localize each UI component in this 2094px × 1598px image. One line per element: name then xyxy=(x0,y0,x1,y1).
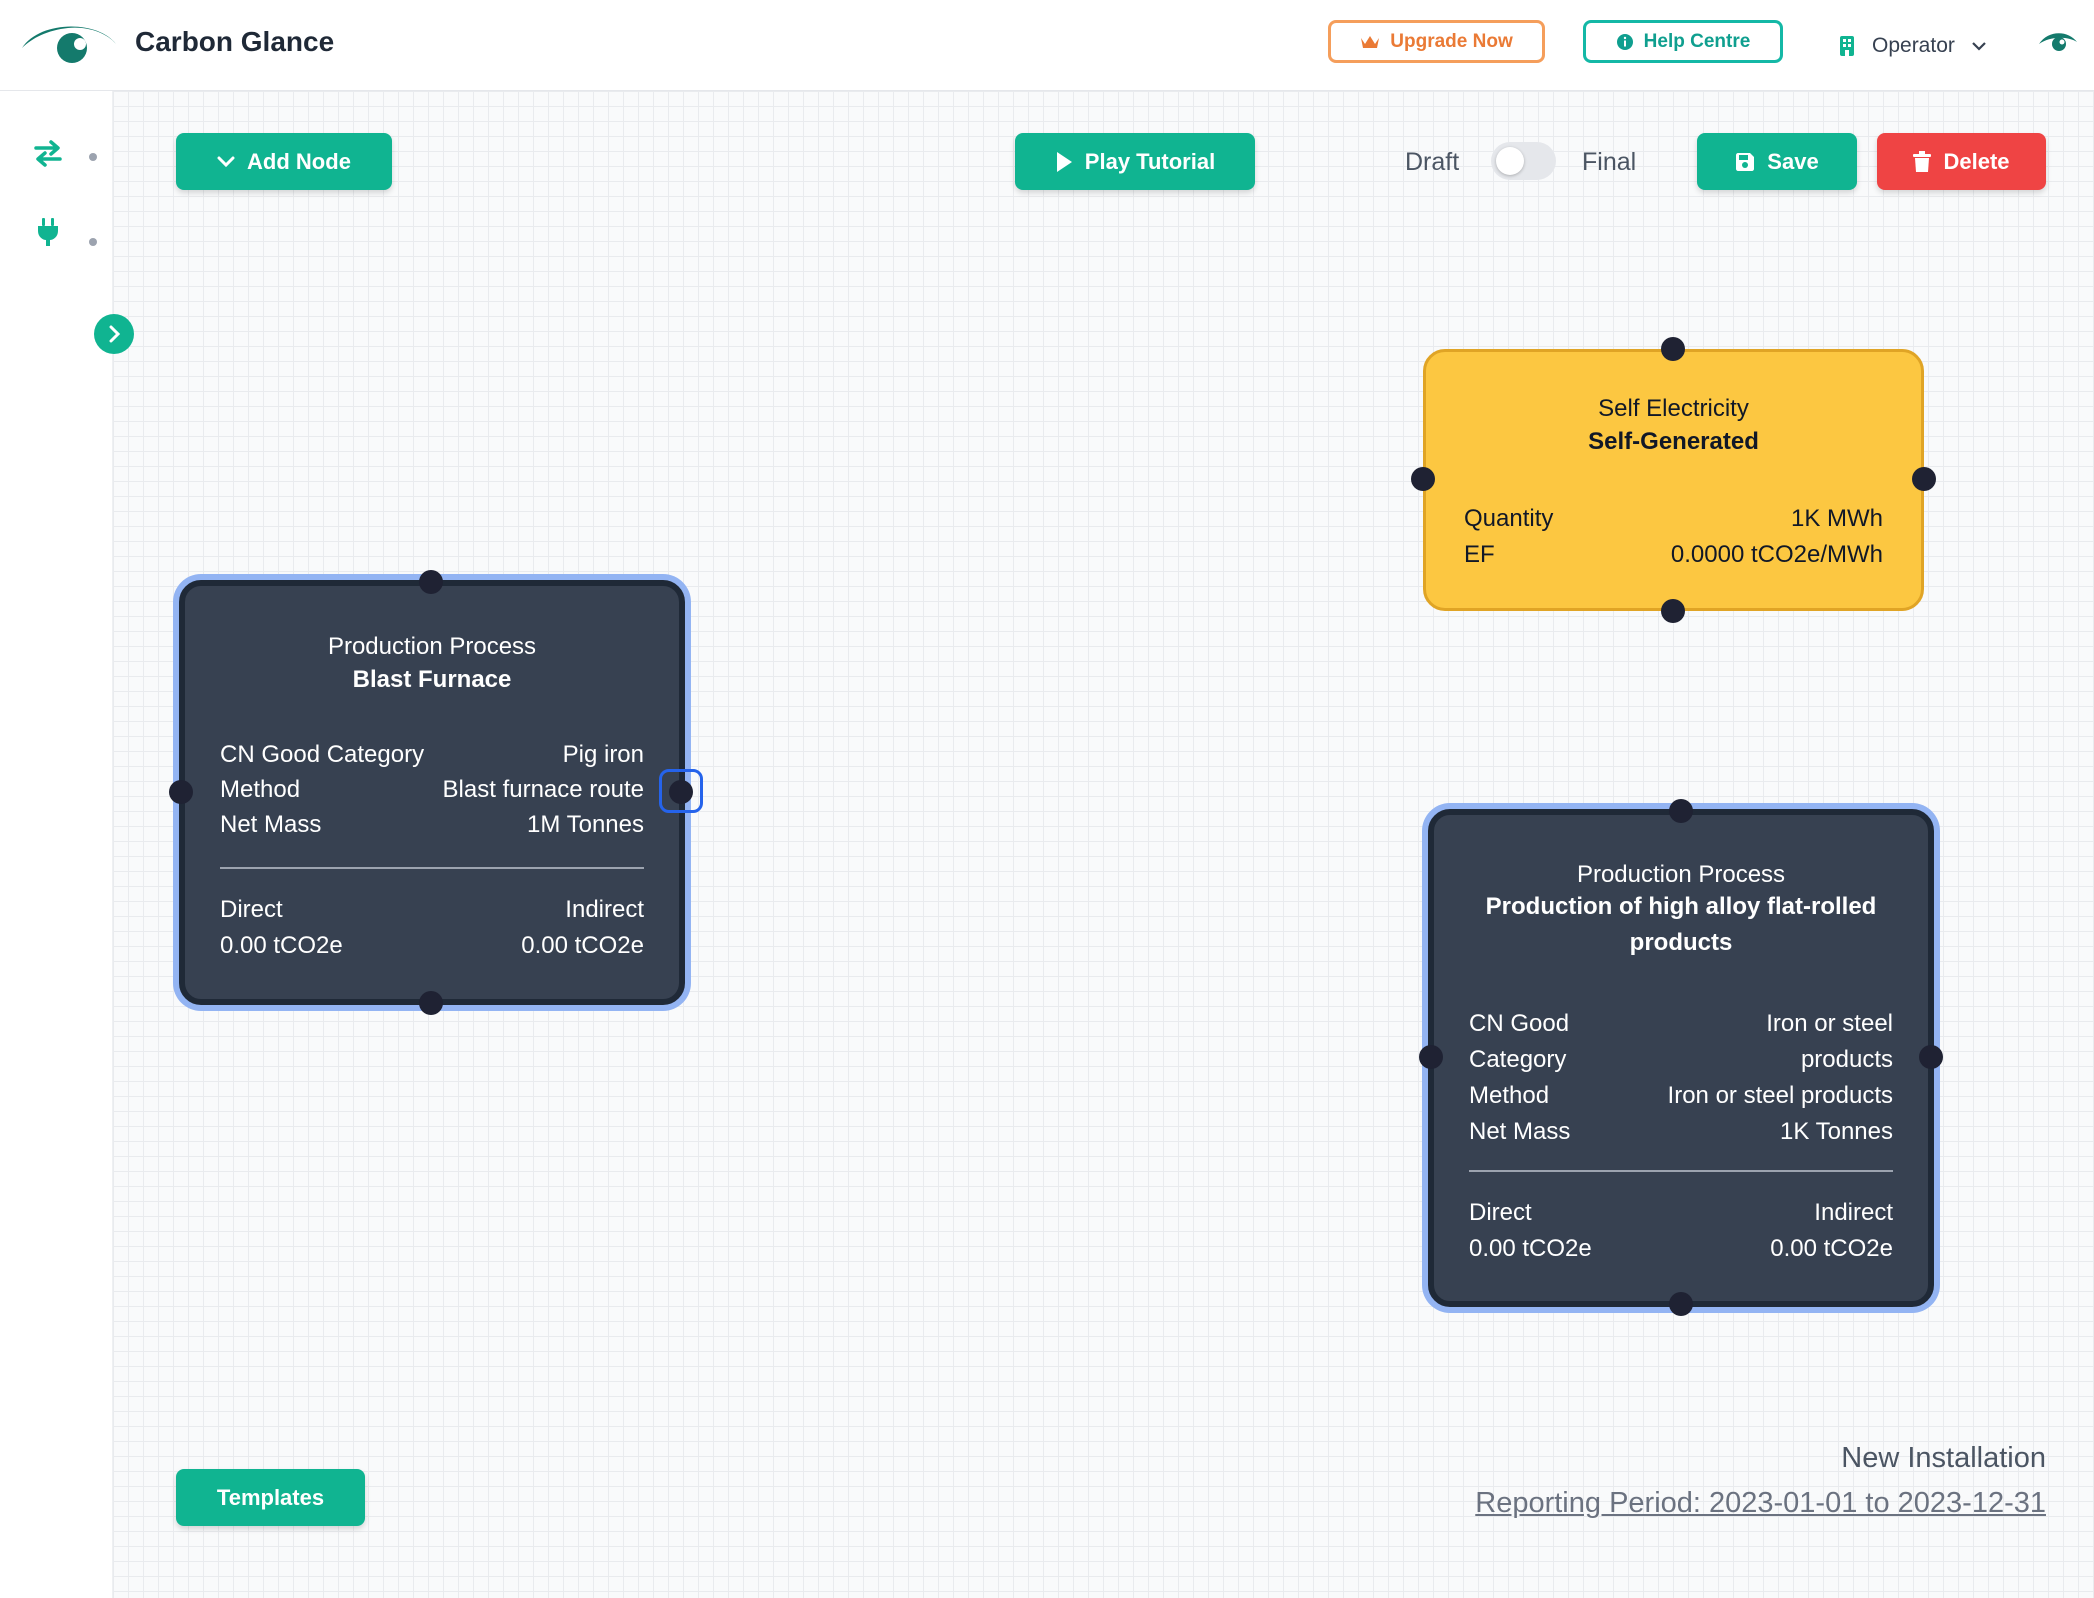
help-centre-button[interactable]: Help Centre xyxy=(1583,20,1783,63)
node-type: Production Process xyxy=(1576,861,1786,888)
connection-handle-bottom[interactable] xyxy=(419,991,443,1015)
chevron-down-icon xyxy=(217,156,235,167)
connection-handle-top[interactable] xyxy=(1661,337,1685,361)
help-centre-label: Help Centre xyxy=(1643,30,1751,52)
indirect-label: Indirect xyxy=(565,896,644,923)
row-value: Pig iron xyxy=(562,741,644,768)
play-tutorial-button[interactable]: Play Tutorial xyxy=(1015,133,1255,190)
row-label: CN Good Category xyxy=(1469,1010,1570,1073)
draft-final-toggle[interactable] xyxy=(1491,142,1556,180)
top-header: Carbon Glance Upgrade Now Help Centre Op… xyxy=(0,0,2094,91)
play-icon xyxy=(1056,151,1072,172)
sidebar-item-swap[interactable] xyxy=(28,133,68,173)
row-label: Method xyxy=(1469,1082,1550,1109)
add-node-label: Add Node xyxy=(247,148,351,174)
reporting-period-link[interactable]: Reporting Period: 2023-01-01 to 2023-12-… xyxy=(1475,1487,2046,1520)
row-value: 1K MWh xyxy=(1790,505,1883,532)
swap-arrows-icon xyxy=(34,140,62,167)
templates-label: Templates xyxy=(216,1484,325,1510)
connection-handle-top[interactable] xyxy=(1669,799,1693,823)
floppy-disk-icon xyxy=(1736,152,1755,171)
role-selector[interactable]: Operator xyxy=(1838,30,1987,62)
plug-icon xyxy=(38,218,58,246)
row-value: 1M Tonnes xyxy=(527,811,644,838)
delete-label: Delete xyxy=(1943,148,2010,174)
building-icon xyxy=(1840,36,1854,56)
save-button[interactable]: Save xyxy=(1697,133,1857,190)
divider xyxy=(220,867,644,869)
row-value: Iron or steel products xyxy=(1667,1082,1893,1109)
row-label: Method xyxy=(220,776,301,803)
handle-selection-ring xyxy=(659,769,703,813)
logo-eye-icon[interactable] xyxy=(20,18,118,68)
eye-icon[interactable] xyxy=(2038,30,2078,56)
add-node-button[interactable]: Add Node xyxy=(176,133,392,190)
divider xyxy=(1469,1170,1893,1172)
row-value: Iron or steel products xyxy=(1766,1010,1893,1073)
connection-handle-left[interactable] xyxy=(1419,1045,1443,1069)
role-label: Operator xyxy=(1872,34,1955,57)
info-icon xyxy=(1616,33,1633,50)
node-name: Production of high alloy flat-rolled pro… xyxy=(1485,893,1877,956)
delete-button[interactable]: Delete xyxy=(1877,133,2046,190)
save-label: Save xyxy=(1767,148,1819,174)
node-name: Blast Furnace xyxy=(352,666,512,693)
row-label: EF xyxy=(1464,541,1495,568)
node-blast-furnace[interactable]: Production Process Blast Furnace CN Good… xyxy=(179,580,685,1005)
sidebar-item-plug[interactable] xyxy=(28,212,68,252)
row-value: 0.0000 tCO2e/MWh xyxy=(1670,541,1883,568)
node-self-electricity[interactable]: Self Electricity Self-Generated Quantity… xyxy=(1423,349,1924,611)
row-label: CN Good Category xyxy=(220,741,425,768)
direct-label: Direct xyxy=(1469,1199,1532,1226)
sidebar-indicator-dot xyxy=(89,238,97,246)
connection-handle-right[interactable] xyxy=(1919,1045,1943,1069)
node-type: Production Process xyxy=(327,633,537,660)
installation-name: New Installation xyxy=(1841,1442,2046,1474)
node-type: Self Electricity xyxy=(1598,395,1749,422)
indirect-value: 0.00 tCO2e xyxy=(1770,1235,1893,1262)
direct-value: 0.00 tCO2e xyxy=(1469,1235,1592,1262)
connection-handle-left[interactable] xyxy=(169,780,193,804)
templates-button[interactable]: Templates xyxy=(176,1469,365,1526)
row-label: Net Mass xyxy=(1469,1118,1571,1145)
toggle-knob xyxy=(1496,147,1524,175)
direct-label: Direct xyxy=(220,896,283,923)
sidebar-indicator-dot xyxy=(89,153,97,161)
connection-handle-bottom[interactable] xyxy=(1669,1292,1693,1316)
play-tutorial-label: Play Tutorial xyxy=(1084,148,1216,174)
direct-value: 0.00 tCO2e xyxy=(220,932,343,959)
chevron-right-icon xyxy=(109,325,121,343)
connection-handle-bottom[interactable] xyxy=(1661,599,1685,623)
sidebar-expand-button[interactable] xyxy=(94,314,134,354)
trash-icon xyxy=(1913,150,1932,172)
connection-handle-right[interactable] xyxy=(1912,467,1936,491)
connection-handle-top[interactable] xyxy=(419,570,443,594)
row-label: Net Mass xyxy=(220,811,322,838)
app-title: Carbon Glance xyxy=(135,26,335,57)
node-name: Self-Generated xyxy=(1588,428,1759,455)
indirect-label: Indirect xyxy=(1814,1199,1893,1226)
upgrade-now-label: Upgrade Now xyxy=(1390,30,1513,52)
final-label: Final xyxy=(1582,148,1637,176)
sidebar xyxy=(0,91,113,1598)
row-label: Quantity xyxy=(1464,505,1554,532)
crown-icon xyxy=(1361,35,1380,48)
connection-handle-left[interactable] xyxy=(1411,467,1435,491)
draft-label: Draft xyxy=(1405,148,1460,176)
upgrade-now-button[interactable]: Upgrade Now xyxy=(1328,20,1545,63)
chevron-down-icon xyxy=(1972,42,1986,51)
indirect-value: 0.00 tCO2e xyxy=(521,932,644,959)
row-value: 1K Tonnes xyxy=(1780,1118,1893,1145)
node-flat-rolled-products[interactable]: Production Process Production of high al… xyxy=(1428,809,1934,1307)
row-value: Blast furnace route xyxy=(442,776,644,803)
